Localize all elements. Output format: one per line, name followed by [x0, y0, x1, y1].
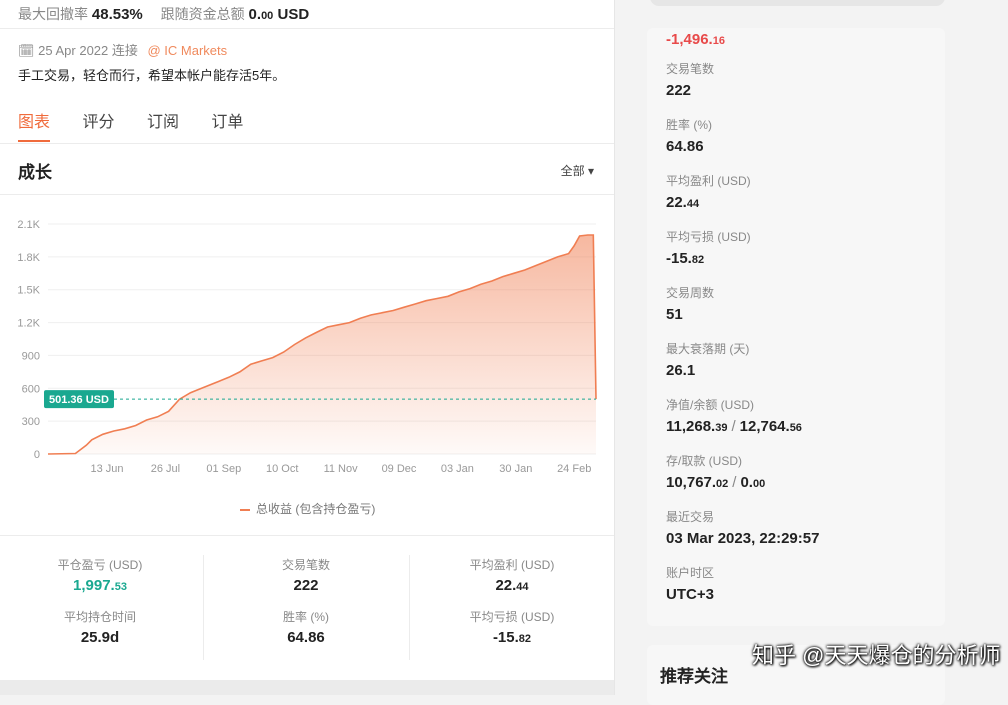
x-tick-label: 09 Dec — [382, 463, 417, 475]
stat-avg-profit: 平均盈利 (USD) 22.44 — [412, 556, 612, 594]
stat-label: 平均持仓时间 — [63, 610, 136, 624]
y-tick-label: 2.1K — [17, 219, 40, 231]
growth-title: 成长 — [18, 163, 52, 182]
sidebar-top-value: -1,496.16 — [666, 31, 725, 48]
stat-win-rate: 胜率 (%) 64.86 — [206, 608, 406, 646]
tab-chart[interactable]: 图表 — [18, 114, 50, 131]
tab-rating[interactable]: 评分 — [82, 114, 114, 131]
divider — [0, 28, 614, 29]
current-value-badge: 501.36 USD — [44, 390, 114, 409]
x-tick-label: 01 Sep — [206, 463, 241, 475]
bottom-bar — [0, 680, 614, 695]
x-tick-label: 03 Jan — [441, 463, 474, 475]
top-card-edge — [650, 0, 945, 6]
sidebar-max-decline: 最大衰落期 (天) 26.1 — [666, 342, 750, 379]
y-tick-label: 1.2K — [17, 318, 40, 330]
follow-funds-dec: 00 — [261, 10, 274, 22]
legend-line-icon — [240, 508, 250, 511]
summary-stats: 平仓盈亏 (USD) 1,997.53 交易笔数 222 平均盈利 (USD) … — [0, 536, 614, 676]
stat-trades: 交易笔数 222 — [206, 556, 406, 594]
legend-label: 总收益 (包含持仓盈亏) — [256, 502, 376, 516]
stat-label: 交易笔数 — [281, 558, 330, 572]
sidebar-win-rate: 胜率 (%) 64.86 — [666, 118, 712, 155]
recommend-title: 推荐关注 — [660, 667, 728, 686]
divider — [203, 555, 204, 660]
stat-label: 胜率 (%) — [283, 610, 329, 624]
left-panel: 最大回撤率 48.53% 跟随资金总额 0.00 USD 🗓︎ 25 Apr 2… — [0, 0, 615, 695]
stat-value: 222 — [293, 577, 319, 594]
sidebar-deposit-withdraw: 存/取款 (USD) 10,767.02/0.00 — [666, 454, 766, 491]
y-tick-label: 900 — [22, 350, 40, 362]
active-tab-indicator — [18, 140, 50, 142]
sidebar-equity-balance: 净值/余额 (USD) 11,268.39/12,764.56 — [666, 398, 802, 435]
max-drawdown-value: 48.53% — [91, 6, 143, 23]
broker-link[interactable]: @ IC Markets — [148, 43, 228, 58]
stat-avg-hold-time: 平均持仓时间 25.9d — [0, 608, 200, 646]
sidebar-avg-profit: 平均盈利 (USD) 22.44 — [666, 174, 751, 211]
sidebar-last-trade: 最近交易 03 Mar 2023, 22:29:57 — [666, 510, 820, 547]
stat-value: 1,997.53 — [73, 577, 127, 594]
divider — [0, 194, 614, 195]
watermark: 知乎 @天天爆仓的分析师 — [752, 643, 1001, 668]
stat-value: 25.9d — [80, 629, 120, 646]
follow-funds-int: 0. — [248, 6, 262, 23]
x-tick-label: 13 Jun — [90, 463, 123, 475]
sidebar-weeks: 交易周数 51 — [666, 286, 715, 323]
divider — [0, 143, 614, 144]
account-description: 手工交易，轻仓而行，希望本帐户能存活5年。 — [18, 68, 286, 83]
tab-subscribe[interactable]: 订阅 — [147, 114, 179, 131]
stat-value: 64.86 — [287, 629, 325, 646]
y-tick-label: 600 — [22, 383, 40, 395]
y-tick-label: 300 — [22, 416, 40, 428]
stat-label: 平仓盈亏 (USD) — [57, 558, 143, 572]
stat-avg-loss: 平均亏损 (USD) -15.82 — [412, 608, 612, 646]
x-tick-label: 30 Jan — [499, 463, 532, 475]
sidebar-avg-loss: 平均亏损 (USD) -15.82 — [666, 230, 751, 267]
tab-bar: 图表 评分 订阅 订单 — [18, 108, 271, 132]
calendar-icon: 🗓︎ — [18, 43, 35, 58]
sidebar-timezone: 账户时区 UTC+3 — [666, 566, 715, 603]
stat-label: 平均盈利 (USD) — [469, 558, 555, 572]
x-tick-label: 26 Jul — [151, 463, 180, 475]
stat-value: -15.82 — [492, 629, 532, 646]
connect-row: 🗓︎ 25 Apr 2022 连接 @ IC Markets — [18, 40, 227, 59]
x-tick-label: 10 Oct — [266, 463, 298, 475]
stat-label: 平均亏损 (USD) — [469, 610, 555, 624]
chart-legend[interactable]: 总收益 (包含持仓盈亏) — [240, 500, 375, 517]
follow-funds-label: 跟随资金总额 — [160, 6, 245, 22]
follow-funds-unit: USD — [277, 6, 310, 23]
x-tick-label: 11 Nov — [324, 463, 359, 475]
x-tick-label: 24 Feb — [557, 463, 591, 475]
y-tick-label: 1.5K — [17, 285, 40, 297]
sidebar-trades: 交易笔数 222 — [666, 62, 715, 99]
max-drawdown-label: 最大回撤率 — [18, 6, 88, 22]
tab-orders[interactable]: 订单 — [211, 114, 243, 131]
current-value-label: 501.36 USD — [49, 394, 109, 406]
x-axis-ticks: 13 Jun 26 Jul 01 Sep 10 Oct 11 Nov 09 Dec 03 J… — [90, 463, 591, 475]
connect-date: 25 Apr 2022 连接 — [38, 43, 138, 58]
y-tick-label: 0 — [34, 449, 40, 461]
drawdown-row: 最大回撤率 48.53% 跟随资金总额 0.00 USD — [18, 4, 309, 24]
divider — [409, 555, 410, 660]
y-axis-ticks: 0 300 600 900 1.2K 1.5K 1.8K 2.1K — [17, 219, 40, 461]
stat-value: 22.44 — [495, 577, 529, 594]
range-select[interactable]: 全部 ▾ — [561, 162, 594, 179]
stat-closed-pnl: 平仓盈亏 (USD) 1,997.53 — [0, 556, 200, 594]
y-tick-label: 1.8K — [17, 252, 40, 264]
growth-chart: 0 300 600 900 1.2K 1.5K 1.8K 2.1K 13 Jun 26 Jul 0… — [17, 219, 597, 475]
